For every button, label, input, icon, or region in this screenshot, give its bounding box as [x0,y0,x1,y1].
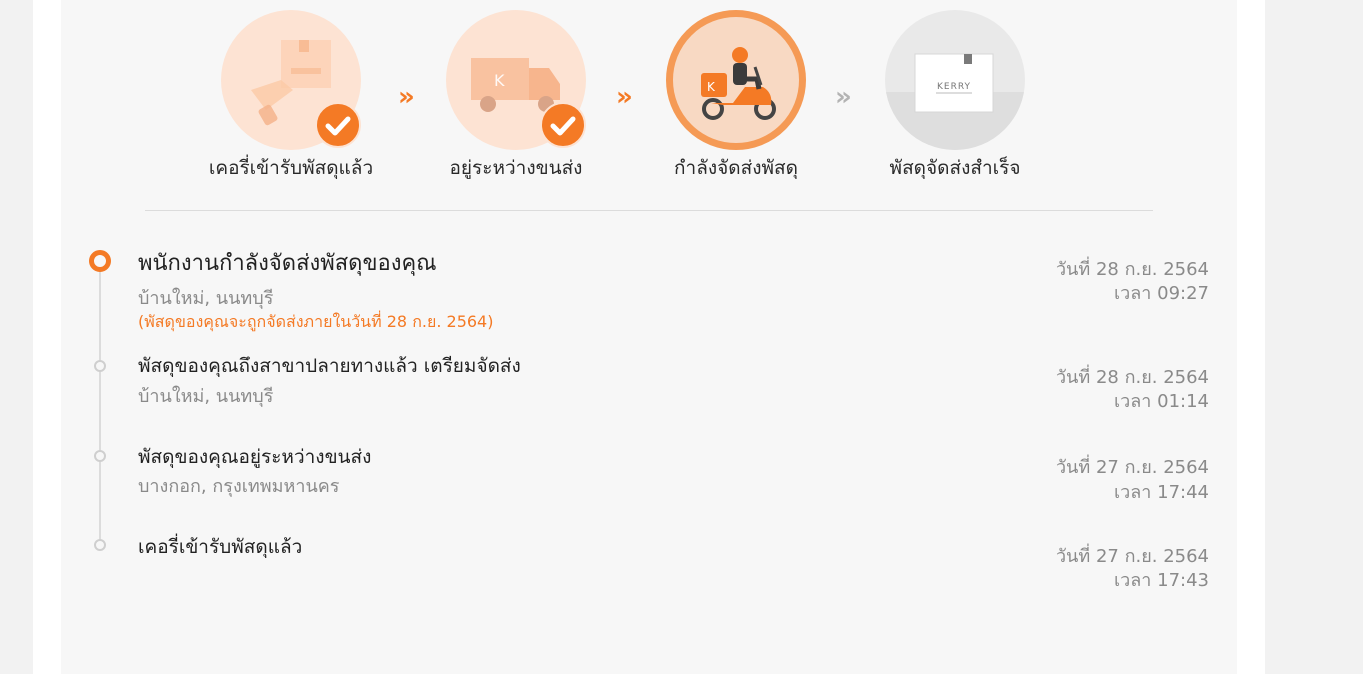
page-container: เคอรี่เข้ารับพัสดุแล้ว » K อยู่ระหว่างขน… [33,0,1265,674]
step-label: กำลังจัดส่งพัสดุ [674,157,798,179]
timeline-dot [94,450,106,462]
step-label: พัสดุจัดส่งสำเร็จ [889,157,1021,179]
event-time: เวลา 09:27 [1114,283,1209,304]
timeline-dot [94,360,106,372]
step-label: อยู่ระหว่างขนส่ง [449,157,583,179]
event-note: (พัสดุของคุณจะถูกจัดส่งภายในวันที่ 28 ก.… [138,312,494,331]
timeline-dot-active [89,250,111,272]
box-brand-text: KERRY [937,82,971,92]
event-time: เวลา 17:44 [1114,482,1209,503]
event-title: พัสดุของคุณอยู่ระหว่างขนส่ง [138,446,372,468]
event-location: บางกอก, กรุงเทพมหานคร [138,476,340,497]
step-delivered: KERRY พัสดุจัดส่งสำเร็จ [845,10,1065,180]
timeline-dot [94,539,106,551]
event-location: บ้านใหม่, นนทบุรี [138,288,274,309]
divider [145,210,1153,211]
check-icon [315,102,361,148]
timeline-line [99,262,101,546]
event-time: เวลา 01:14 [1114,391,1209,412]
event-time: เวลา 17:43 [1114,570,1209,591]
delivery-scooter-icon: K [666,10,806,150]
check-icon [540,102,586,148]
step-label: เคอรี่เข้ารับพัสดุแล้ว [208,157,374,179]
event-location: บ้านใหม่, นนทบุรี [138,386,274,407]
event-title: เคอรี่เข้ารับพัสดุแล้ว [138,536,303,558]
step-picked-up: เคอรี่เข้ารับพัสดุแล้ว [181,10,401,180]
svg-text:K: K [707,80,716,94]
parcel-box-icon: KERRY [885,10,1025,150]
event-title: พัสดุของคุณถึงสาขาปลายทางแล้ว เตรียมจัดส… [138,355,521,377]
event-title: พนักงานกำลังจัดส่งพัสดุของคุณ [138,251,437,276]
step-in-transit: K อยู่ระหว่างขนส่ง [406,10,626,180]
step-out-for-delivery: K กำลังจัดส่งพัสดุ [626,10,846,180]
svg-text:K: K [494,71,505,90]
tracking-panel: เคอรี่เข้ารับพัสดุแล้ว » K อยู่ระหว่างขน… [61,0,1237,674]
